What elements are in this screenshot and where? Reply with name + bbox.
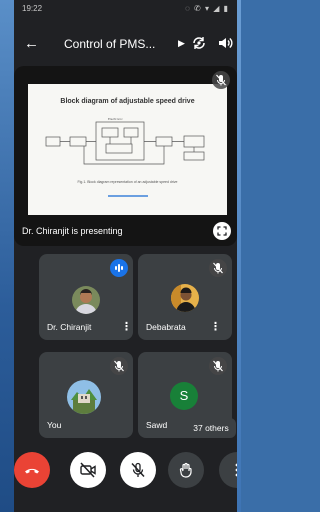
participant-name: Debabrata — [146, 322, 186, 332]
mic-off-icon — [209, 357, 227, 375]
navigation-bar — [14, 500, 237, 512]
more-vert-icon[interactable]: ⋮ — [210, 320, 221, 333]
meeting-title[interactable]: Control of PMS... — [64, 37, 178, 51]
meet-call-screen: 19:22 ◌ ✆ ▾ ◢ ▮ ← Control of PMS... ▶ Bl… — [14, 0, 237, 512]
slide-title: Block diagram of adjustable speed drive — [60, 98, 195, 105]
presenter-label: Dr. Chiranjit is presenting — [22, 226, 123, 236]
avatar: S — [170, 382, 198, 410]
more-vert-icon[interactable]: ⋮ — [121, 320, 132, 333]
presentation-tile[interactable]: Block diagram of adjustable speed drive … — [14, 66, 237, 246]
mic-off-icon — [131, 462, 145, 478]
status-icons: ◌ ✆ ▾ ◢ ▮ — [185, 4, 229, 13]
participant-tile[interactable]: Debabrata ⋮ — [138, 254, 232, 340]
background-left-edge — [0, 0, 14, 512]
status-time: 19:22 — [22, 4, 43, 13]
more-options-button[interactable] — [219, 452, 237, 488]
slide-link — [108, 195, 148, 197]
mic-off-button[interactable] — [120, 452, 156, 488]
participant-name: Dr. Chiranjit — [47, 322, 92, 332]
participant-name: You — [47, 420, 62, 430]
fullscreen-icon[interactable] — [213, 222, 231, 240]
participant-tile[interactable]: You — [39, 352, 133, 438]
svg-text:Electronic: Electronic — [108, 117, 123, 121]
avatar-initial: S — [179, 388, 189, 403]
mic-off-icon — [110, 357, 128, 375]
block-diagram-image: Electronic — [45, 117, 205, 165]
avatar — [171, 284, 199, 312]
switch-camera-icon[interactable] — [191, 35, 207, 51]
participant-tile[interactable]: Dr. Chiranjit ⋮ — [39, 254, 133, 340]
raise-hand-button[interactable] — [168, 452, 204, 488]
avatar — [67, 380, 101, 414]
end-call-button[interactable] — [14, 452, 50, 488]
more-vert-icon — [235, 463, 237, 477]
others-count-chip[interactable]: 37 others — [186, 418, 236, 438]
avatar — [72, 286, 100, 314]
chevron-right-icon[interactable]: ▶ — [178, 38, 185, 49]
call-controls — [14, 452, 237, 492]
phone-hangup-icon — [25, 468, 39, 474]
speaking-indicator-icon — [110, 259, 128, 277]
shared-slide: Block diagram of adjustable speed drive … — [28, 84, 227, 215]
speaker-icon[interactable] — [217, 35, 233, 51]
app-bar: ← Control of PMS... ▶ — [14, 30, 237, 60]
slide-caption: Fig.1. Block diagram representation of a… — [77, 180, 178, 184]
status-bar: 19:22 ◌ ✆ ▾ ◢ ▮ — [14, 0, 237, 22]
presenter-mic-off-icon — [212, 71, 230, 89]
participant-name: Sawd — [146, 420, 168, 430]
camera-off-icon — [80, 462, 96, 478]
camera-off-button[interactable] — [70, 452, 106, 488]
back-arrow-icon[interactable]: ← — [24, 35, 39, 53]
mic-off-icon — [209, 259, 227, 277]
hand-icon — [179, 462, 192, 478]
